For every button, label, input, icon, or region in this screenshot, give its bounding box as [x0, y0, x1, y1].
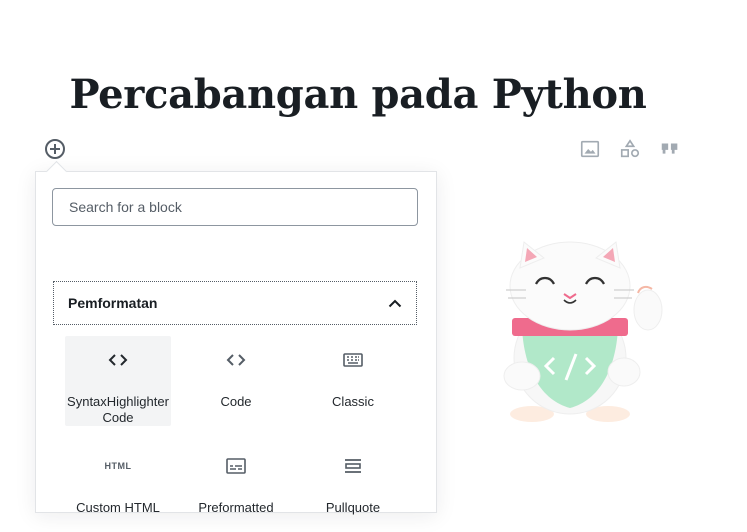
block-label: SyntaxHighlighter Code [67, 394, 169, 425]
plus-circle-icon[interactable] [45, 139, 65, 159]
block-label: Code [220, 394, 252, 409]
image-icon[interactable] [579, 138, 601, 160]
search-input[interactable] [52, 188, 418, 226]
block-preformatted[interactable]: Preformatted [183, 442, 289, 532]
html-icon: HTML [104, 461, 132, 471]
panel-title: Pemformatan [68, 295, 158, 311]
block-pullquote[interactable]: Pullquote [300, 442, 406, 532]
block-label: Preformatted [198, 500, 274, 515]
shapes-icon[interactable] [619, 138, 641, 160]
preformatted-icon [183, 454, 289, 478]
pullquote-icon [300, 454, 406, 478]
post-title[interactable]: Percabangan pada Python [0, 71, 716, 118]
block-code[interactable]: Code [183, 336, 289, 426]
block-inserter-popover: Pemformatan SyntaxHighlighter Code Code … [35, 171, 437, 515]
block-custom-html[interactable]: HTML Custom HTML [65, 442, 171, 532]
block-classic[interactable]: Classic [300, 336, 406, 426]
chevron-up-icon [388, 299, 402, 308]
code-icon [65, 348, 171, 372]
block-label: Pullquote [325, 500, 381, 515]
block-syntaxhighlighter-code[interactable]: SyntaxHighlighter Code [65, 336, 171, 426]
keyboard-icon [300, 348, 406, 372]
block-label: Custom HTML [76, 500, 160, 515]
lucky-cat-mascot [503, 241, 663, 422]
quote-icon[interactable] [659, 138, 681, 160]
code-icon [183, 348, 289, 372]
block-label: Classic [332, 394, 374, 409]
panel-toggle-pemformatan[interactable]: Pemformatan [53, 281, 417, 325]
